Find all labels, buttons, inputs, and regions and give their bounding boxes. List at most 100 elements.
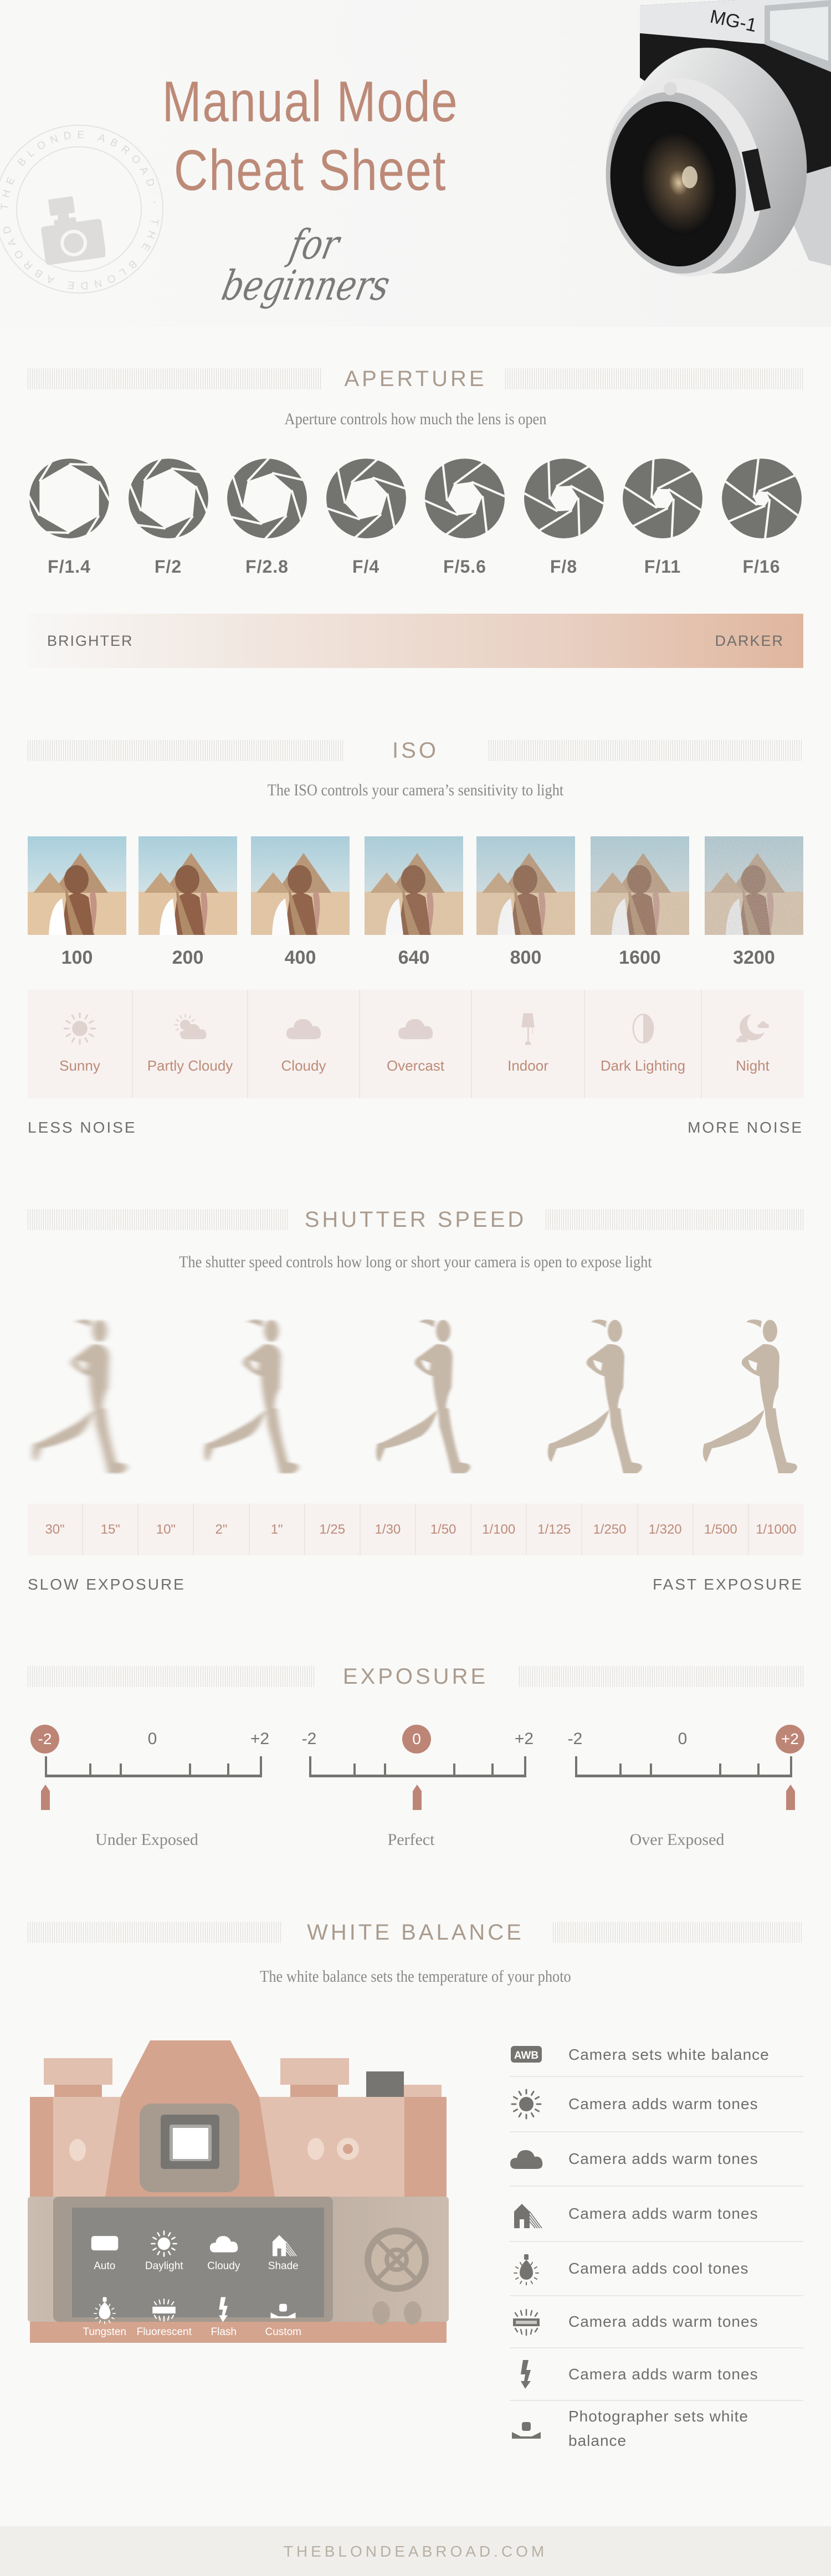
exposure-gauge: -2 0 +2 (30, 1720, 269, 1817)
exposure-tick (309, 1756, 311, 1777)
shade-icon (510, 2187, 568, 2241)
camera-back-illustration: AWB Auto Daylight Cloudy Shade Tungsten … (22, 2027, 454, 2357)
overcast-icon (398, 1011, 433, 1049)
exposure-scale-label: -2 (567, 1730, 583, 1748)
iso-sample-photo (251, 836, 350, 935)
aperture-stop: F/4 (325, 457, 408, 577)
aperture-stop: F/2 (127, 457, 210, 577)
exposure-marker-circle: +2 (776, 1725, 804, 1754)
vintage-camera-photo: MG-1 (576, 0, 831, 310)
condition-label: Night (736, 1057, 770, 1074)
footer: THEBLONDEABROAD.COM (0, 2526, 831, 2576)
screen-mode-label: Flash (211, 2326, 237, 2338)
aperture-header: APERTURE (28, 368, 803, 390)
sun-icon (135, 2229, 194, 2258)
white-balance-item: Camera adds warm tones (510, 2296, 803, 2348)
exposure-tick (227, 1763, 229, 1777)
shutter-speed-cell: 1/25 (305, 1504, 361, 1555)
exposure-tick (353, 1763, 356, 1777)
white-balance-description: Camera adds warm tones (568, 2313, 758, 2330)
iso-sample-photo (705, 836, 803, 935)
condition-label: Dark Lighting (600, 1057, 686, 1074)
f-stop-label: F/5.6 (443, 557, 486, 577)
exposure-tick (384, 1763, 386, 1777)
shutter-subtitle: The shutter speed controls how long or s… (179, 1253, 652, 1271)
brand-stamp: THE BLONDE ABROAD · THE BLONDE ABROAD · (0, 125, 163, 294)
shutter-speed-cell: 1/50 (416, 1504, 472, 1555)
screen-mode: Tungsten (75, 2295, 135, 2351)
condition-card: Night (702, 990, 803, 1098)
exposure-scale-label: +2 (250, 1730, 270, 1748)
screen-mode: Daylight (135, 2229, 194, 2285)
exposure-tick (790, 1756, 792, 1777)
svg-text:AWB: AWB (94, 2239, 116, 2249)
shutter-speed-cell: 1/125 (527, 1504, 583, 1555)
fast-exposure-label: FAST EXPOSURE (653, 1576, 803, 1593)
exposure-tick (491, 1763, 494, 1777)
flash-icon (194, 2295, 254, 2324)
title-line-1: Manual Mode (162, 70, 459, 134)
bulb-icon (75, 2295, 135, 2324)
cloud-icon (286, 1011, 321, 1049)
condition-label: Indoor (507, 1057, 548, 1074)
white-balance-description: Camera adds cool tones (568, 2260, 749, 2277)
condition-card: Dark Lighting (585, 990, 702, 1098)
condition-label: Partly Cloudy (147, 1057, 233, 1074)
section-title: WHITE BALANCE (307, 1920, 524, 1945)
shutter-speed-cell: 30" (28, 1504, 84, 1555)
exposure-gauge: -2 0 +2 (295, 1720, 534, 1817)
partly-cloudy-icon (172, 1011, 208, 1049)
screen-mode-label: Fluorescent (136, 2326, 192, 2338)
exposure-scale-label: -2 (301, 1730, 317, 1748)
shutter-speed-cell: 2" (194, 1504, 250, 1555)
f-stop-label: F/8 (550, 557, 578, 577)
runner-silhouette (197, 1315, 319, 1484)
footer-website[interactable]: THEBLONDEABROAD.COM (0, 2543, 831, 2560)
exposure-tick (453, 1763, 455, 1777)
white-balance-list: AWB Camera sets white balance Camera add… (510, 2034, 803, 2456)
iso-value: 1600 (619, 947, 661, 968)
shutter-speed-cell: 1/30 (361, 1504, 416, 1555)
aperture-diaphragm-icon (227, 459, 307, 538)
custom-icon (254, 2295, 314, 2324)
screen-mode: Custom (254, 2295, 314, 2351)
exposure-scale-line (309, 1775, 526, 1777)
screen-mode-label: Auto (94, 2260, 116, 2272)
screen-mode-label: Tungsten (83, 2326, 126, 2338)
brighter-label: BRIGHTER (47, 633, 134, 649)
white-balance-description: Camera adds warm tones (568, 2205, 758, 2222)
condition-label: Cloudy (281, 1057, 326, 1074)
white-balance-item: Camera adds warm tones (510, 2187, 803, 2242)
white-balance-description: Camera adds warm tones (568, 2150, 758, 2167)
exposure-tick (524, 1756, 526, 1777)
aperture-stop: F/8 (522, 457, 606, 577)
section-title: EXPOSURE (342, 1664, 489, 1689)
exposure-tick (45, 1756, 47, 1777)
aperture-diaphragm-icon (623, 459, 702, 538)
exposure-tick (719, 1763, 721, 1777)
exposure-pointer-arrow (413, 1785, 422, 1810)
screen-mode-label: Daylight (145, 2260, 183, 2272)
crescent-moon-icon (735, 1011, 771, 1049)
hero-section: THE BLONDE ABROAD · THE BLONDE ABROAD · … (0, 0, 831, 327)
exposure-tick (757, 1763, 760, 1777)
more-noise-label: MORE NOISE (688, 1119, 803, 1136)
exposure-tick (189, 1763, 191, 1777)
lamp-icon (510, 1011, 546, 1049)
exposure-marker-circle: -2 (30, 1725, 59, 1754)
shutter-speed-cell: 1/1000 (756, 1521, 797, 1537)
shutter-speed-scale: 30" 15" 10" 2" 1" 1/25 1/30 1/50 1/100 1/125 1/250… (28, 1504, 803, 1555)
aperture-stop: F/2.8 (225, 457, 309, 577)
screen-mode-label: Custom (265, 2326, 301, 2338)
runner-silhouette (25, 1315, 147, 1484)
exposure-caption: Under Exposed (95, 1831, 198, 1849)
iso-header: ISO (28, 739, 803, 762)
shutter-speed-cell: 1/320 (638, 1504, 694, 1555)
awb-icon: AWB (75, 2229, 135, 2258)
exposure-caption: Over Exposed (629, 1831, 725, 1849)
condition-card: Sunny (28, 990, 133, 1098)
iso-sample-photo (28, 836, 126, 935)
shutter-speed-cell: 1/100 (471, 1504, 527, 1555)
bulb-icon (510, 2242, 568, 2295)
iso-value: 3200 (733, 947, 775, 968)
